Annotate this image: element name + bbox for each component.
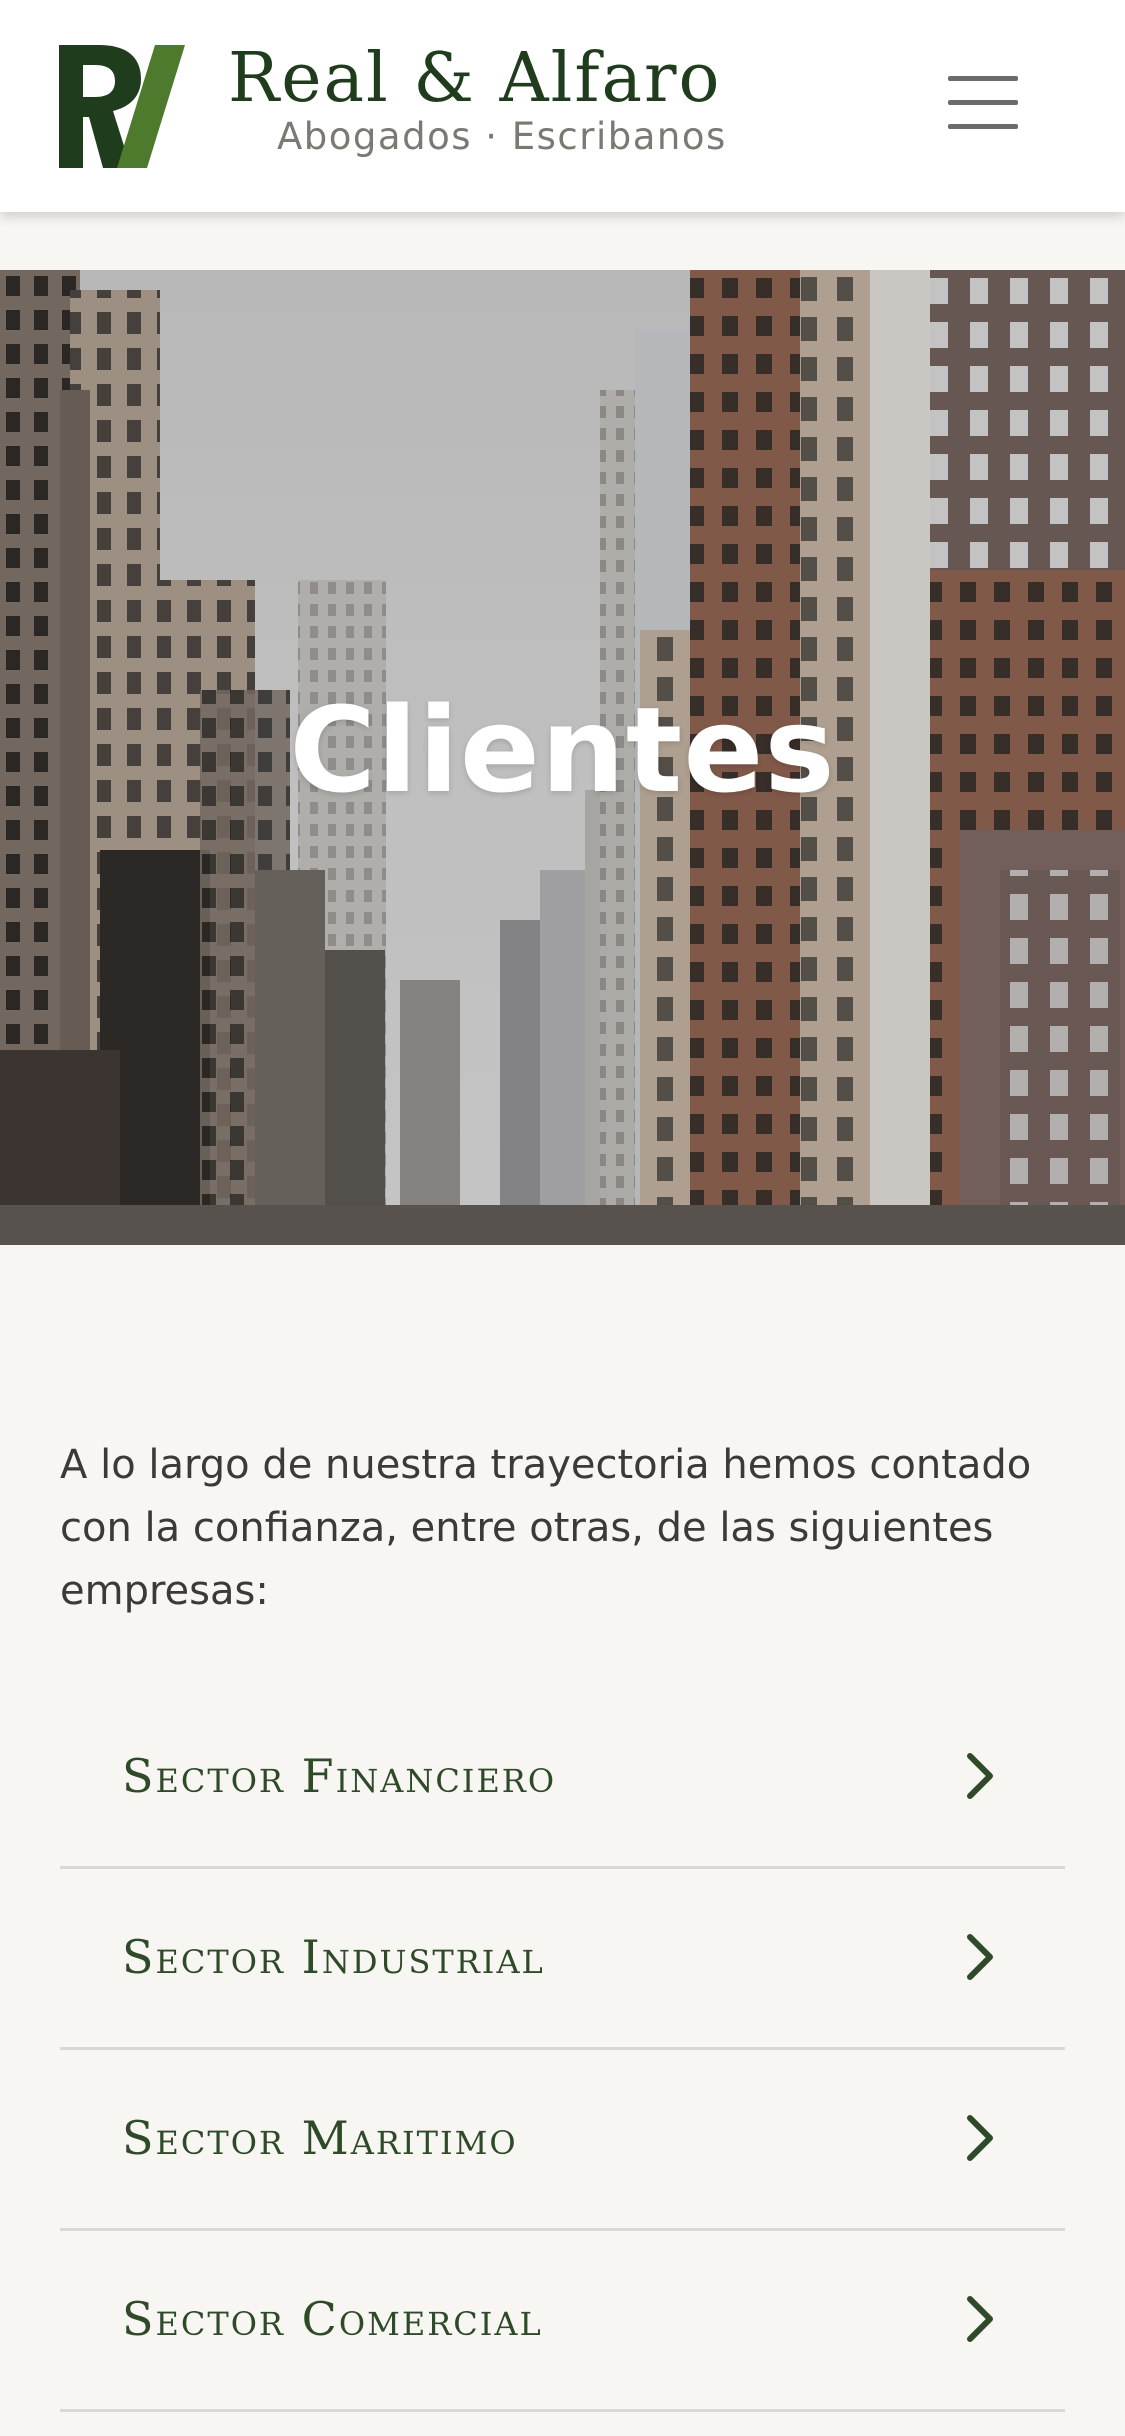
chevron-right-icon[interactable] <box>960 2295 1000 2343</box>
sector-item-maritimo[interactable]: Sector Maritimo <box>60 2050 1065 2231</box>
sector-label: Sector Comercial <box>122 2292 543 2346</box>
menu-bar <box>948 100 1018 105</box>
brand-name[interactable]: Real & Alfaro <box>228 38 768 120</box>
sector-label: Sector Financiero <box>122 1749 557 1803</box>
sector-list: Sector Financiero Sector Industrial Sect… <box>60 1688 1065 2412</box>
sector-item-industrial[interactable]: Sector Industrial <box>60 1869 1065 2050</box>
intro-paragraph: A lo largo de nuestra trayectoria hemos … <box>60 1442 1032 1614</box>
sector-item-comercial[interactable]: Sector Comercial <box>60 2231 1065 2412</box>
hero-banner: Clientes <box>0 270 1125 1245</box>
hamburger-menu-icon[interactable] <box>944 72 1024 136</box>
chevron-right-icon[interactable] <box>960 1933 1000 1981</box>
sector-label: Sector Maritimo <box>122 2111 518 2165</box>
chevron-right-icon[interactable] <box>960 2114 1000 2162</box>
chevron-right-icon[interactable] <box>960 1752 1000 1800</box>
rv-logo-icon[interactable] <box>59 45 185 168</box>
menu-bar <box>948 124 1018 129</box>
menu-bar <box>948 76 1018 81</box>
brand-subtitle: Abogados · Escribanos <box>277 115 727 158</box>
sector-item-financiero[interactable]: Sector Financiero <box>60 1688 1065 1869</box>
site-header: Real & Alfaro Abogados · Escribanos <box>0 0 1125 212</box>
sector-label: Sector Industrial <box>122 1930 545 1984</box>
hero-title: Clientes <box>289 681 836 819</box>
